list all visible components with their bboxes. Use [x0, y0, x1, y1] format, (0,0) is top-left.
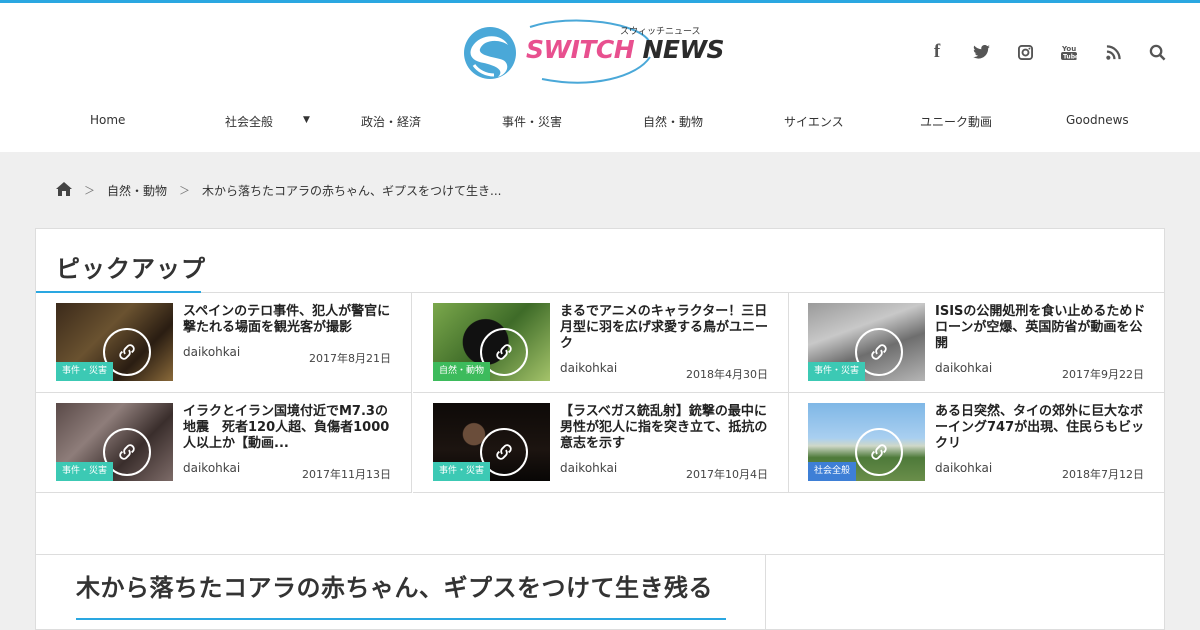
breadcrumb-current: 木から落ちたコアラの赤ちゃん、ギプスをつけて生き...: [202, 183, 502, 198]
article-header: 木から落ちたコアラの赤ちゃん、ギプスをつけて生き残る: [36, 554, 766, 630]
nav-item-society[interactable]: 社会全般: [225, 113, 273, 130]
card-thumbnail[interactable]: 事件・災害: [808, 303, 925, 381]
breadcrumb-separator-icon: ＞: [84, 184, 95, 197]
pickup-card[interactable]: 事件・災害 【ラスベガス銃乱射】銃撃の最中に男性が犯人に指を突き立て、抵抗の意志…: [413, 393, 789, 493]
site-logo[interactable]: スウィッチニュース SWITCH NEWS: [462, 19, 725, 85]
pickup-heading: ピックアップ: [56, 255, 206, 283]
card-author: daikohkai: [560, 361, 618, 375]
card-author: daikohkai: [935, 361, 993, 375]
card-thumbnail[interactable]: 社会全般: [808, 403, 925, 481]
main-panel: ピックアップ 事件・災害 スペインのテロ事件、犯人が警官に撃たれる場面を観光客が…: [35, 228, 1165, 630]
pickup-card[interactable]: 事件・災害 ISISの公開処刑を食い止めるためドローンが空爆、英国防省が動画を公…: [788, 293, 1164, 393]
breadcrumb-separator-icon: ＞: [179, 184, 191, 197]
article-title-underline: [76, 618, 726, 620]
category-badge[interactable]: 自然・動物: [433, 362, 491, 381]
nav-item-nature[interactable]: 自然・動物: [643, 113, 703, 130]
nav-item-politics[interactable]: 政治・経済: [361, 113, 421, 130]
facebook-icon[interactable]: f: [915, 41, 959, 63]
logo-wordmark: SWITCH NEWS: [526, 35, 725, 64]
card-author: daikohkai: [560, 461, 618, 475]
card-thumbnail[interactable]: 事件・災害: [433, 403, 550, 481]
global-nav: Home 社会全般 ▼ 政治・経済 事件・災害 自然・動物 サイエンス ユニーク…: [35, 113, 1165, 143]
card-author: daikohkai: [183, 461, 241, 475]
home-icon[interactable]: [56, 181, 72, 199]
card-date: 2017年11月13日: [302, 468, 391, 481]
card-title[interactable]: スペインのテロ事件、犯人が警官に撃たれる場面を観光客が撮影: [183, 304, 395, 336]
link-icon: [855, 428, 903, 476]
card-date: 2017年9月22日: [1062, 368, 1144, 381]
breadcrumb-category[interactable]: 自然・動物: [107, 182, 167, 199]
nav-item-unique-video[interactable]: ユニーク動画: [920, 113, 992, 130]
card-title[interactable]: 【ラスベガス銃乱射】銃撃の最中に男性が犯人に指を突き立て、抵抗の意志を示す: [560, 404, 772, 452]
card-date: 2018年4月30日: [686, 368, 768, 381]
nav-item-home[interactable]: Home: [90, 113, 125, 127]
card-author: daikohkai: [183, 345, 241, 359]
card-thumbnail[interactable]: 事件・災害: [56, 403, 173, 481]
nav-item-science[interactable]: サイエンス: [784, 113, 844, 130]
nav-item-goodnews[interactable]: Goodnews: [1066, 113, 1129, 127]
site-header: スウィッチニュース SWITCH NEWS f YouTube Home 社会全…: [0, 3, 1200, 152]
category-badge[interactable]: 事件・災害: [56, 462, 114, 481]
twitter-icon[interactable]: [959, 41, 1003, 63]
category-badge[interactable]: 事件・災害: [808, 362, 866, 381]
category-badge[interactable]: 事件・災害: [56, 362, 114, 381]
card-thumbnail[interactable]: 事件・災害: [56, 303, 173, 381]
card-date: 2017年8月21日: [309, 352, 391, 365]
rss-icon[interactable]: [1091, 41, 1135, 63]
sidebar-area: [766, 554, 1164, 630]
instagram-icon[interactable]: [1003, 41, 1047, 63]
card-author: daikohkai: [935, 461, 993, 475]
search-icon[interactable]: [1135, 41, 1179, 63]
pickup-card[interactable]: 社会全般 ある日突然、タイの郊外に巨大なボーイング747が出現、住民らもビックリ…: [788, 393, 1164, 493]
card-thumbnail[interactable]: 自然・動物: [433, 303, 550, 381]
youtube-icon[interactable]: YouTube: [1047, 41, 1091, 63]
category-badge[interactable]: 事件・災害: [433, 462, 491, 481]
social-links: f YouTube: [915, 41, 1179, 63]
card-title[interactable]: イラクとイラン国境付近でM7.3の地震 死者120人超、負傷者1000人以上か【…: [183, 404, 395, 452]
article-title: 木から落ちたコアラの赤ちゃん、ギプスをつけて生き残る: [76, 574, 713, 602]
card-title[interactable]: ある日突然、タイの郊外に巨大なボーイング747が出現、住民らもビックリ: [935, 404, 1147, 452]
pickup-card[interactable]: 事件・災害 スペインのテロ事件、犯人が警官に撃たれる場面を観光客が撮影 daik…: [36, 293, 412, 393]
card-date: 2018年7月12日: [1062, 468, 1144, 481]
pickup-card[interactable]: 自然・動物 まるでアニメのキャラクター！三日月型に羽を広げ求愛する鳥がユニーク …: [413, 293, 789, 393]
svg-text:You: You: [1061, 45, 1076, 53]
card-title[interactable]: まるでアニメのキャラクター！三日月型に羽を広げ求愛する鳥がユニーク: [560, 304, 772, 352]
category-badge[interactable]: 社会全般: [808, 462, 857, 481]
card-date: 2017年10月4日: [686, 468, 768, 481]
pickup-card[interactable]: 事件・災害 イラクとイラン国境付近でM7.3の地震 死者120人超、負傷者100…: [36, 393, 412, 493]
chevron-down-icon[interactable]: ▼: [303, 115, 310, 125]
breadcrumb: ＞ 自然・動物 ＞ 木から落ちたコアラの赤ちゃん、ギプスをつけて生き...: [56, 180, 501, 200]
svg-text:Tube: Tube: [1063, 54, 1077, 61]
card-title[interactable]: ISISの公開処刑を食い止めるためドローンが空爆、英国防省が動画を公開: [935, 304, 1147, 352]
nav-item-incidents[interactable]: 事件・災害: [502, 113, 562, 130]
